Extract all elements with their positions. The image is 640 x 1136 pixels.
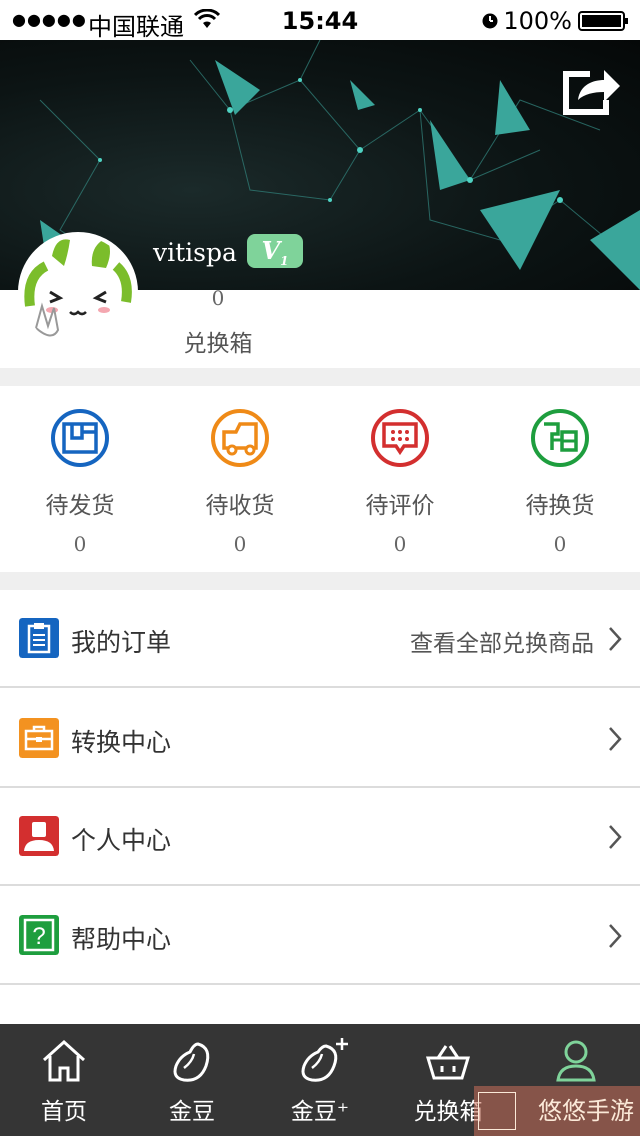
order-status-to-ship[interactable]: 待发货 0 [0, 386, 160, 572]
order-status-label: 待发货 [45, 493, 115, 519]
order-status-count: 0 [553, 532, 567, 556]
share-icon[interactable] [560, 66, 622, 118]
order-status-to-review[interactable]: 待评价 0 [320, 386, 480, 572]
watermark-text: 悠悠手游 [538, 1097, 634, 1125]
tab-label: 首页 [41, 1099, 87, 1125]
watermark-logo [478, 1092, 516, 1130]
box-icon [51, 409, 109, 467]
bean-plus-icon [301, 1038, 348, 1082]
person-icon [19, 816, 59, 856]
order-status-count: 0 [233, 532, 247, 556]
menu-item-personal-center[interactable]: 个人中心 [0, 788, 640, 886]
menu-item-my-orders[interactable]: 我的订单 查看全部兑换商品 [0, 590, 640, 688]
chevron-right-icon [609, 924, 622, 948]
tab-beans-plus[interactable]: 金豆⁺ [256, 1024, 384, 1136]
menu-item-help-center[interactable]: ? 帮助中心 [0, 887, 640, 985]
tab-label: 金豆 [169, 1099, 215, 1125]
vip-level-badge: V1 [247, 234, 303, 268]
order-status-label: 待评价 [365, 493, 435, 519]
order-status-panel: 待发货 0 待收货 0 待评价 0 待换货 0 [0, 386, 640, 572]
username: vitispa [153, 238, 237, 267]
chevron-right-icon [609, 727, 622, 751]
exchange-box-count[interactable]: 0 [158, 286, 278, 310]
status-bar: ●●●●● 中国联通 15:44 100% [0, 0, 640, 41]
chevron-right-icon [609, 627, 622, 651]
menu-item-conversion-center[interactable]: 转换中心 [0, 690, 640, 788]
home-icon [42, 1039, 86, 1082]
tab-beans[interactable]: 金豆 [128, 1024, 256, 1136]
tab-home[interactable]: 首页 [0, 1024, 128, 1136]
exchange-box-label[interactable]: 兑换箱 [158, 324, 278, 358]
view-all-link[interactable]: 查看全部兑换商品 [410, 624, 594, 658]
exchange-icon [531, 409, 589, 467]
basket-icon [425, 1045, 471, 1080]
alarm-icon [482, 13, 498, 29]
avatar[interactable] [18, 232, 138, 352]
watermark: 悠悠手游 [474, 1086, 640, 1136]
truck-icon [211, 409, 269, 467]
menu-item-label: 个人中心 [71, 826, 172, 855]
menu-item-label: 帮助中心 [71, 925, 172, 954]
menu-list: 我的订单 查看全部兑换商品 转换中心 个人中心 ? 帮助中心 [0, 590, 640, 1024]
menu-item-label: 我的订单 [71, 628, 172, 657]
comment-icon [371, 409, 429, 467]
help-icon: ? [19, 915, 59, 955]
order-status-label: 待换货 [525, 493, 595, 519]
user-icon [556, 1040, 596, 1082]
briefcase-icon [19, 718, 59, 758]
battery-icon [578, 11, 628, 31]
chevron-right-icon [609, 825, 622, 849]
order-status-to-receive[interactable]: 待收货 0 [160, 386, 320, 572]
vip-level-number: 1 [280, 253, 289, 268]
order-status-to-exchange[interactable]: 待换货 0 [480, 386, 640, 572]
svg-text:?: ? [32, 923, 45, 950]
clipboard-icon [19, 618, 59, 658]
menu-item-label: 转换中心 [71, 728, 172, 757]
order-status-label: 待收货 [205, 493, 275, 519]
order-status-count: 0 [393, 532, 407, 556]
avatar-image [22, 236, 134, 348]
order-status-count: 0 [73, 532, 87, 556]
tab-label: 金豆⁺ [290, 1099, 350, 1125]
battery-percent: 100% [503, 7, 572, 35]
bean-icon [173, 1042, 210, 1082]
vip-level-letter: V [261, 236, 281, 265]
